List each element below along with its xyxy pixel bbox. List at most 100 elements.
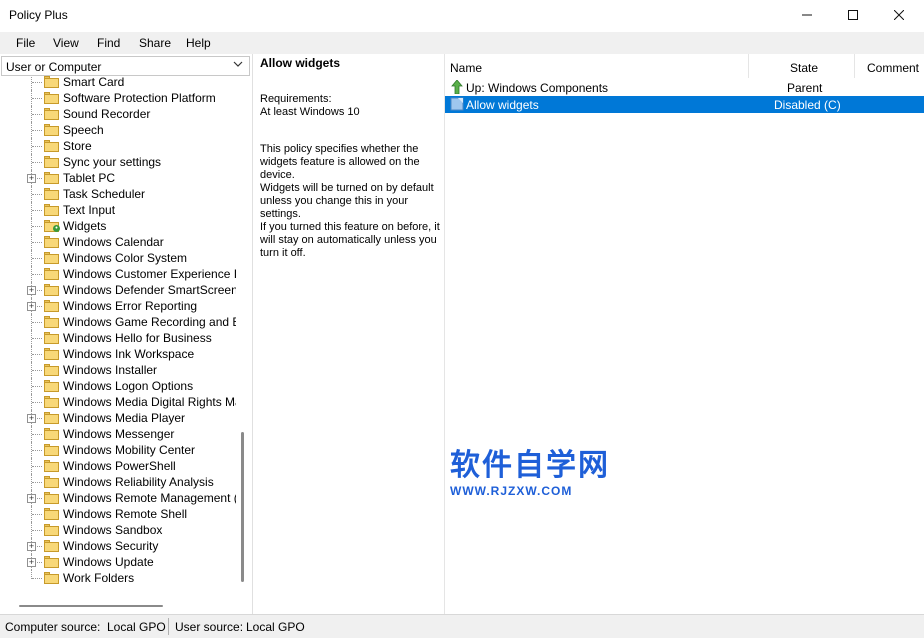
tree-item[interactable]: Windows Calendar xyxy=(1,234,236,250)
folder-icon xyxy=(44,396,59,408)
tree-item[interactable]: Software Protection Platform xyxy=(1,90,236,106)
tree-guide-line xyxy=(32,114,42,115)
tree-guide-line xyxy=(32,130,42,131)
status-bar: Computer source: Local GPO User source: … xyxy=(0,614,924,638)
tree-item-label: Windows Color System xyxy=(63,251,188,265)
minimize-button[interactable] xyxy=(784,0,830,30)
maximize-icon xyxy=(848,10,858,20)
close-button[interactable] xyxy=(876,0,922,30)
list-row-parent[interactable]: Up: Windows Components Parent xyxy=(445,79,924,96)
expand-icon[interactable]: + xyxy=(27,302,36,311)
expand-icon[interactable]: + xyxy=(27,414,36,423)
list-row-state: Parent xyxy=(787,81,823,95)
expand-icon[interactable]: + xyxy=(27,494,36,503)
category-tree[interactable]: Smart Card Software Protection Platform So… xyxy=(1,76,250,598)
tree-guide-line xyxy=(32,530,42,531)
tree-guide-line xyxy=(32,354,42,355)
expand-icon[interactable]: + xyxy=(27,286,36,295)
tree-item[interactable]: Sound Recorder xyxy=(1,106,236,122)
folder-icon xyxy=(44,284,59,296)
tree-horizontal-scroll-thumb[interactable] xyxy=(19,605,163,607)
folder-icon xyxy=(44,524,59,536)
tree-item[interactable]: Windows Hello for Business xyxy=(1,330,236,346)
tree-horizontal-scrollbar[interactable] xyxy=(1,598,250,612)
folder-icon xyxy=(44,236,59,248)
tree-item[interactable]: + Windows Update xyxy=(1,554,236,570)
tree-item[interactable]: Windows PowerShell xyxy=(1,458,236,474)
tree-item-label: Windows Security xyxy=(63,539,159,553)
tree-item-label: Smart Card xyxy=(63,76,125,89)
scope-dropdown[interactable]: User or Computer xyxy=(1,56,250,76)
tree-item-label: Windows Ink Workspace xyxy=(63,347,195,361)
tree-item-label: Windows Mobility Center xyxy=(63,443,196,457)
close-icon xyxy=(894,10,904,20)
list-row-allow-widgets[interactable]: Allow widgets Disabled (C) xyxy=(445,96,924,113)
tree-guide-line xyxy=(32,578,42,579)
maximize-button[interactable] xyxy=(830,0,876,30)
folder-icon xyxy=(44,268,59,280)
tree-item[interactable]: Windows Installer xyxy=(1,362,236,378)
column-header-comment-label: Comment xyxy=(867,61,920,75)
tree-item[interactable]: Windows Messenger xyxy=(1,426,236,442)
tree-item[interactable]: Windows Customer Experience Impr xyxy=(1,266,236,282)
tree-item[interactable]: + Tablet PC xyxy=(1,170,236,186)
tree-item[interactable]: Windows Color System xyxy=(1,250,236,266)
tree-item[interactable]: Smart Card xyxy=(1,76,236,90)
tree-item[interactable]: Task Scheduler xyxy=(1,186,236,202)
tree-item[interactable]: Windows Ink Workspace xyxy=(1,346,236,362)
tree-guide-line xyxy=(32,466,42,467)
menu-share[interactable]: Share xyxy=(139,36,171,50)
tree-vertical-scroll-thumb[interactable] xyxy=(241,432,244,582)
column-header-comment[interactable]: Comment xyxy=(855,54,924,78)
tree-item[interactable]: Windows Game Recording and Broa xyxy=(1,314,236,330)
column-header-state-label: State xyxy=(790,61,819,75)
tree-vertical-scrollbar[interactable] xyxy=(236,76,250,598)
tree-item[interactable]: Work Folders xyxy=(1,570,236,586)
tree-guide-line xyxy=(32,146,42,147)
expand-icon[interactable]: + xyxy=(27,542,36,551)
tree-item[interactable]: Windows Mobility Center xyxy=(1,442,236,458)
tree-item[interactable]: + Windows Defender SmartScreen xyxy=(1,282,236,298)
tree-guide-line xyxy=(32,402,42,403)
tree-item[interactable]: Store xyxy=(1,138,236,154)
tree-item[interactable]: Windows Media Digital Rights Mana xyxy=(1,394,236,410)
tree-item[interactable]: • Widgets xyxy=(1,218,236,234)
tree-guide-line xyxy=(32,98,42,99)
policy-list[interactable]: Name State Comment Up: Windows Component… xyxy=(444,54,924,614)
tree-item[interactable]: Windows Remote Shell xyxy=(1,506,236,522)
minimize-icon xyxy=(802,14,812,16)
folder-icon xyxy=(44,188,59,200)
tree-item-label: Work Folders xyxy=(63,571,135,585)
menu-help[interactable]: Help xyxy=(186,36,211,50)
tree-item[interactable]: + Windows Error Reporting xyxy=(1,298,236,314)
tree-item[interactable]: Windows Sandbox xyxy=(1,522,236,538)
menu-find[interactable]: Find xyxy=(97,36,120,50)
folder-icon xyxy=(44,508,59,520)
tree-item[interactable]: Speech xyxy=(1,122,236,138)
column-header-state[interactable]: State xyxy=(749,54,855,78)
computer-source-label: Computer source: xyxy=(5,620,101,634)
tree-item[interactable]: Windows Logon Options xyxy=(1,378,236,394)
tree-guide-line xyxy=(32,274,42,275)
folder-icon xyxy=(44,412,59,424)
list-row-name: Up: Windows Components xyxy=(466,81,609,95)
tree-item[interactable]: + Windows Remote Management (Wi xyxy=(1,490,236,506)
tree-item[interactable]: Windows Reliability Analysis xyxy=(1,474,236,490)
policy-title: Allow widgets xyxy=(260,56,341,70)
tree-item[interactable]: Text Input xyxy=(1,202,236,218)
tree-guide-line xyxy=(32,450,42,451)
menu-bar: File View Find Share Help xyxy=(0,32,924,54)
expand-icon[interactable]: + xyxy=(27,558,36,567)
watermark-cn: 软件自学网 xyxy=(450,448,610,483)
tree-item-label: Text Input xyxy=(63,203,116,217)
tree-item[interactable]: + Windows Media Player xyxy=(1,410,236,426)
computer-source-value: Local GPO xyxy=(107,620,166,634)
tree-item[interactable]: + Windows Security xyxy=(1,538,236,554)
tree-item[interactable]: Sync your settings xyxy=(1,154,236,170)
column-header-name[interactable]: Name xyxy=(445,54,749,78)
menu-view[interactable]: View xyxy=(53,36,79,50)
folder-icon xyxy=(44,572,59,584)
expand-icon[interactable]: + xyxy=(27,174,36,183)
folder-icon xyxy=(44,332,59,344)
menu-file[interactable]: File xyxy=(16,36,35,50)
